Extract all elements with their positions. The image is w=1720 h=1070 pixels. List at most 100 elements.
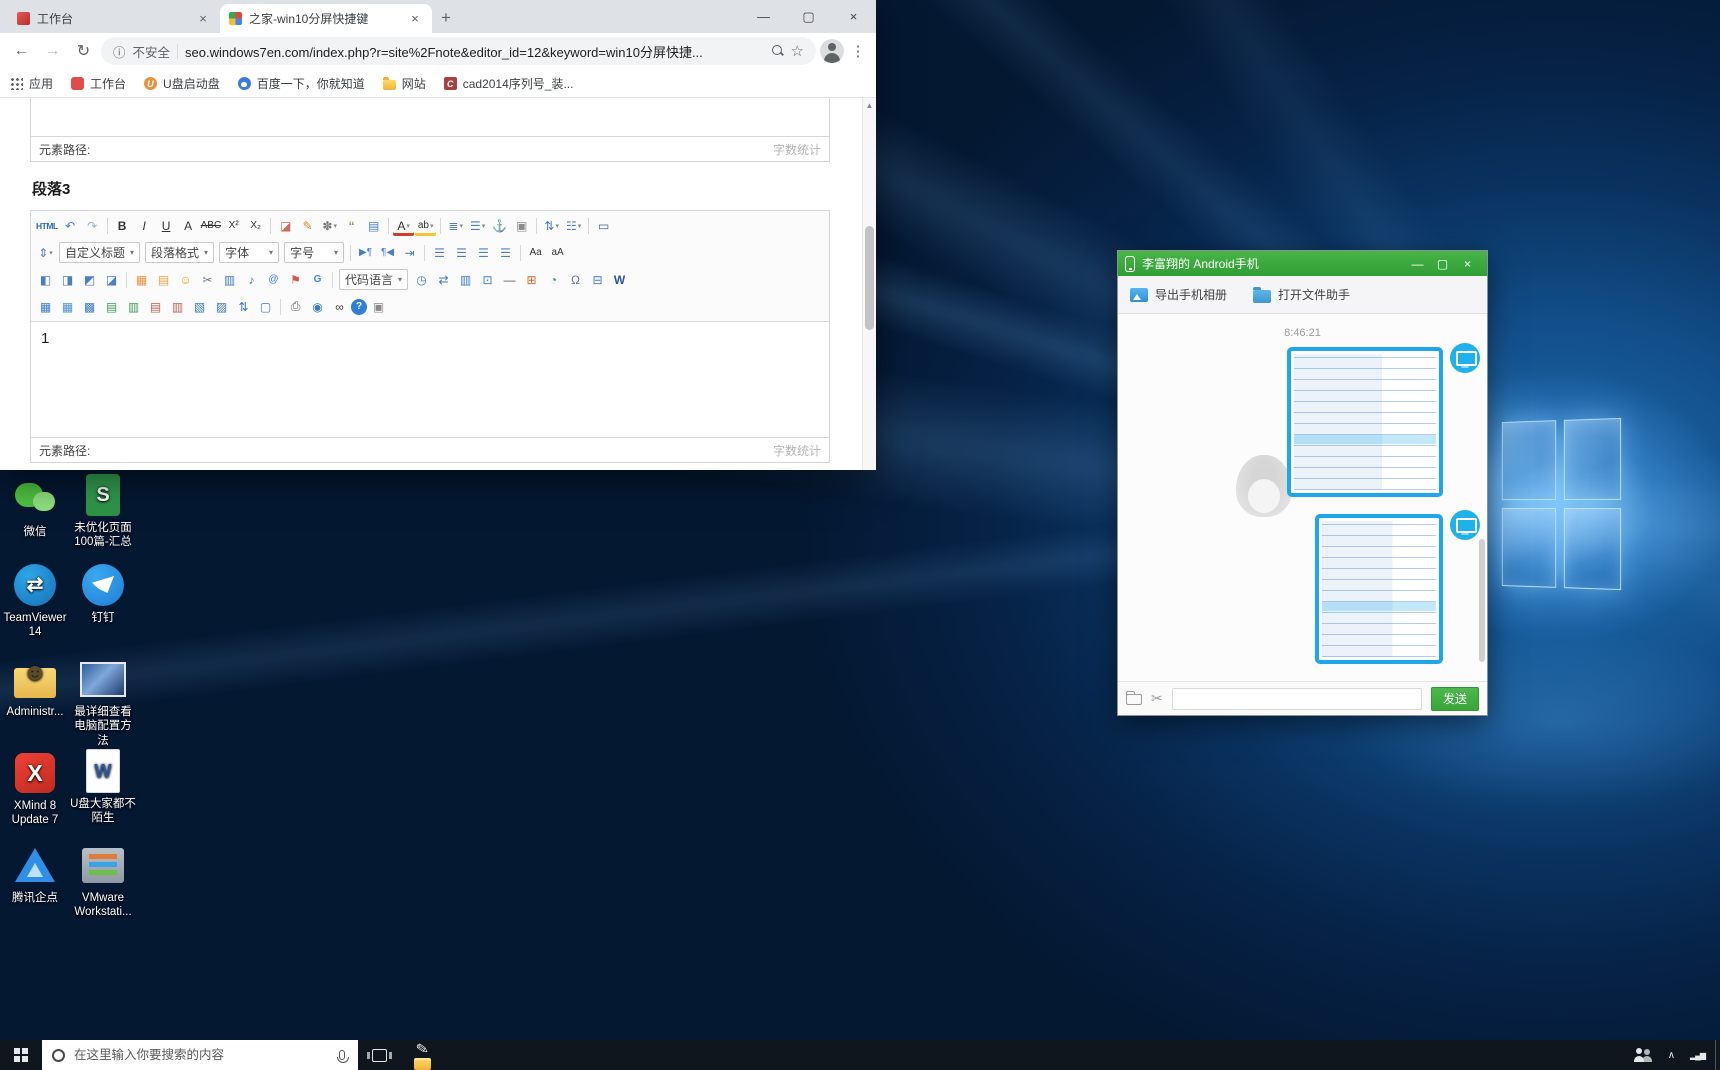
insert-row-icon[interactable]: ▤ (101, 296, 122, 317)
message-input[interactable] (1172, 688, 1422, 710)
microphone-icon[interactable] (339, 1050, 345, 1060)
emoji-icon[interactable]: ☺ (175, 269, 196, 290)
chrome-menu-icon[interactable]: ⋮ (848, 42, 868, 60)
clock-icon[interactable]: ◔ (543, 269, 564, 290)
insert-col-icon[interactable]: ▥ (123, 296, 144, 317)
shortcut-administrator[interactable]: Administr... (2, 656, 68, 719)
align-justify-icon[interactable]: ☰ (495, 242, 516, 263)
tab-workbench[interactable]: 工作台 × (8, 4, 220, 33)
forward-button[interactable]: → (39, 38, 66, 65)
shortcut-tencent-qidian[interactable]: 腾讯企点 (2, 842, 68, 905)
split-cell-icon[interactable]: ▨ (211, 296, 232, 317)
insert-table-icon[interactable]: ▦ (35, 296, 56, 317)
export-album-button[interactable]: 导出手机相册 (1130, 286, 1227, 303)
auto-typeset-icon[interactable]: ✽ (319, 215, 340, 236)
paragraph-format-select[interactable]: 段落格式 (145, 242, 214, 263)
cell-props-icon[interactable]: ▩ (79, 296, 100, 317)
bold-icon[interactable]: B (112, 215, 133, 236)
scrollbar-thumb[interactable] (865, 226, 874, 330)
horizontal-rule-icon[interactable]: — (499, 269, 520, 290)
show-desktop-button[interactable] (1715, 1040, 1720, 1070)
image-manager-icon[interactable]: ▤ (153, 269, 174, 290)
to-uppercase-icon[interactable]: Aa (525, 242, 546, 263)
bookmark-usb-boot[interactable]: U盘启动盘 (144, 75, 220, 92)
shortcut-teamviewer[interactable]: TeamViewer 14 (2, 562, 68, 640)
source-code-icon[interactable]: HTML (35, 215, 59, 236)
shortcut-wechat[interactable]: 微信 (2, 476, 68, 539)
task-view-button[interactable] (358, 1040, 400, 1070)
img-align-bottom-icon[interactable]: ◪ (101, 269, 122, 290)
bullet-list-icon[interactable]: ☰ (467, 215, 488, 236)
chat-scrollbar-thumb[interactable] (1479, 539, 1485, 662)
zoom-icon[interactable] (772, 45, 784, 57)
word-import-icon[interactable]: W (609, 269, 630, 290)
table-sort-icon[interactable]: ⇅ (233, 296, 254, 317)
custom-title-select[interactable]: 自定义标题 (59, 242, 140, 263)
tray-people-icon[interactable] (1634, 1048, 1653, 1062)
img-align-top-icon[interactable]: ◩ (79, 269, 100, 290)
line-height-icon[interactable]: ⇕ (35, 242, 56, 263)
format-painter-icon[interactable]: ✎ (297, 215, 318, 236)
shortcut-dingtalk[interactable]: 钉钉 (70, 562, 136, 625)
screenshot-thumbnail-2[interactable] (1315, 514, 1443, 664)
taskbar-pen-app[interactable] (400, 1040, 445, 1058)
tab-close-icon[interactable]: × (407, 11, 423, 26)
img-align-right-icon[interactable]: ◨ (57, 269, 78, 290)
send-button[interactable]: 发送 (1431, 687, 1479, 711)
scroll-up-arrow-icon[interactable]: ▲ (863, 101, 876, 110)
send-file-icon[interactable] (1126, 694, 1142, 705)
print-icon[interactable]: ⎙ (285, 296, 306, 317)
help-icon[interactable]: ? (351, 299, 367, 315)
find-replace-icon[interactable]: ∞ (329, 296, 350, 317)
tab-close-icon[interactable]: × (195, 11, 211, 26)
align-right-icon[interactable]: ☰ (473, 242, 494, 263)
taskbar-file-explorer[interactable] (400, 1058, 445, 1070)
view-on-screen-badge-1[interactable] (1450, 343, 1480, 373)
date-icon[interactable]: ⊞ (521, 269, 542, 290)
distribute-icon[interactable]: ☷ (563, 215, 584, 236)
insert-time-icon[interactable]: ◷ (411, 269, 432, 290)
img-align-left-icon[interactable]: ◧ (35, 269, 56, 290)
spellcheck-icon[interactable]: ⇄ (433, 269, 454, 290)
page-scrollbar[interactable]: ▲ (862, 98, 876, 470)
tray-network-icon[interactable]: ▂▄▆ (1690, 1051, 1705, 1060)
merge-cells-icon[interactable]: ▧ (189, 296, 210, 317)
screenshot-icon[interactable]: ✂ (197, 269, 218, 290)
preview-icon[interactable]: ◉ (307, 296, 328, 317)
screenshot-scissors-icon[interactable]: ✂ (1151, 690, 1163, 707)
insert-image-icon[interactable]: ▦ (131, 269, 152, 290)
bookmark-site-folder[interactable]: 网站 (383, 75, 426, 92)
map-icon[interactable]: ⚑ (285, 269, 306, 290)
bookmark-baidu[interactable]: 百度一下，你就知道 (238, 75, 365, 92)
delete-col-icon[interactable]: ▥ (167, 296, 188, 317)
assistant-maximize-button[interactable]: ▢ (1430, 257, 1455, 271)
template-doc-icon[interactable]: ▤ (363, 215, 384, 236)
assistant-minimize-button[interactable]: — (1405, 257, 1430, 271)
align-left-icon[interactable]: ☰ (429, 242, 450, 263)
music-icon[interactable]: ♪ (241, 269, 262, 290)
shortcut-xmind[interactable]: XMind 8 Update 7 (2, 750, 68, 828)
underline-icon[interactable]: U (156, 215, 177, 236)
tab-win10-splitscreen[interactable]: 之家-win10分屏快捷键 × (220, 4, 432, 33)
shortcut-pc-config-doc[interactable]: 最详细查看电脑配置方法 (70, 656, 136, 748)
new-tab-button[interactable]: + (432, 4, 460, 32)
bookmark-star-icon[interactable]: ☆ (791, 42, 804, 60)
screenshot-thumbnail-1[interactable] (1287, 347, 1443, 497)
dir-rtl-icon[interactable]: ¶◀ (377, 242, 398, 263)
align-center-icon[interactable]: ☰ (451, 242, 472, 263)
search-input[interactable] (74, 1048, 330, 1062)
code-language-select[interactable]: 代码语言 (339, 269, 408, 290)
font-size-select[interactable]: 字号 (284, 242, 344, 263)
strikethrough-icon[interactable]: ABC (200, 215, 223, 236)
window-close-button[interactable]: × (831, 0, 876, 33)
eraser-icon[interactable]: ◪ (275, 215, 296, 236)
clipboard-icon[interactable]: ▣ (511, 215, 532, 236)
font-family-select[interactable]: 字体 (219, 242, 279, 263)
window-minimize-button[interactable]: — (741, 0, 786, 33)
subscript-icon[interactable]: X₂ (245, 215, 266, 236)
tray-chevron-icon[interactable]: ∧ (1668, 1050, 1675, 1061)
reload-button[interactable]: ↻ (70, 38, 97, 65)
dir-ltr-icon[interactable]: ▶¶ (355, 242, 376, 263)
paste-icon[interactable]: ▣ (368, 296, 389, 317)
page-break-icon[interactable]: ⊟ (587, 269, 608, 290)
